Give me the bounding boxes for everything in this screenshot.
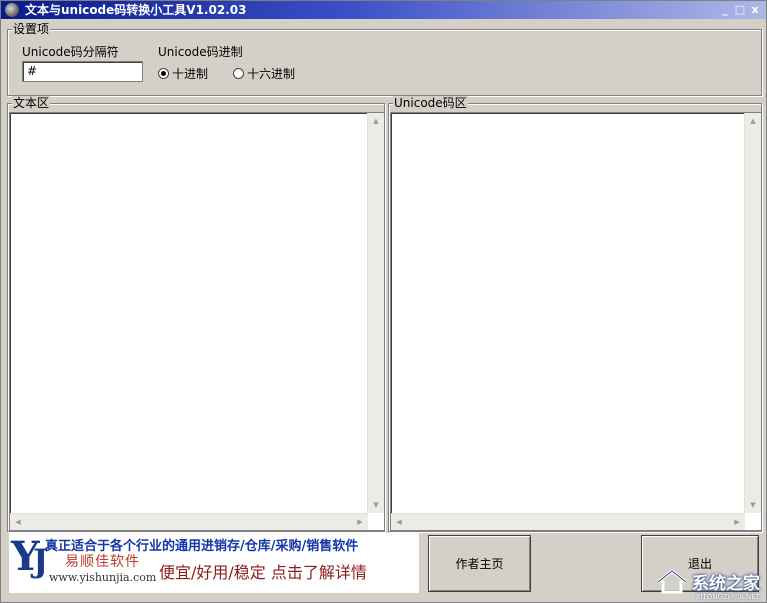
- base-label: Unicode码进制: [158, 45, 243, 59]
- separator-input[interactable]: #: [22, 61, 143, 82]
- ad-domain: www.yishunjia.com: [49, 571, 157, 584]
- watermark: 系统之家 XITONGZHIJIA.NET: [656, 566, 760, 601]
- unicode-area-group: Unicode码区 ▲ ▼ ◀ ▶: [388, 96, 762, 532]
- watermark-text: 系统之家: [692, 573, 760, 594]
- maximize-button[interactable]: □: [734, 4, 746, 16]
- window-title: 文本与unicode码转换小工具V1.02.03: [25, 3, 247, 17]
- author-homepage-button[interactable]: 作者主页: [428, 535, 531, 592]
- scroll-down-arrow-icon[interactable]: ▼: [368, 497, 384, 513]
- radio-decimal[interactable]: 十进制: [158, 65, 208, 82]
- separator-label: Unicode码分隔符: [22, 45, 119, 59]
- settings-legend: 设置项: [12, 22, 51, 36]
- scroll-down-arrow-icon[interactable]: ▼: [745, 497, 761, 513]
- scroll-left-arrow-icon[interactable]: ◀: [10, 514, 26, 530]
- house-icon: [656, 568, 688, 594]
- scroll-right-arrow-icon[interactable]: ▶: [352, 514, 368, 530]
- text-area-input[interactable]: ▲ ▼ ◀ ▶: [9, 112, 385, 531]
- ad-tagline[interactable]: 便宜/好用/稳定 点击了解详情: [159, 559, 367, 583]
- scroll-up-arrow-icon[interactable]: ▲: [745, 113, 761, 129]
- minimize-button[interactable]: _: [719, 4, 731, 16]
- text-area-legend: 文本区: [12, 96, 51, 110]
- radio-hex[interactable]: 十六进制: [233, 65, 295, 82]
- watermark-subtext: XITONGZHIJIA.NET: [695, 592, 760, 601]
- app-icon[interactable]: [5, 3, 19, 17]
- unicode-area-hscroll[interactable]: ◀ ▶: [391, 513, 745, 530]
- unicode-area-vscroll[interactable]: ▲ ▼: [744, 113, 761, 513]
- scroll-up-arrow-icon[interactable]: ▲: [368, 113, 384, 129]
- text-area-hscroll[interactable]: ◀ ▶: [10, 513, 368, 530]
- scroll-left-arrow-icon[interactable]: ◀: [391, 514, 407, 530]
- radio-hex-label: 十六进制: [247, 67, 296, 81]
- unicode-area-input[interactable]: ▲ ▼ ◀ ▶: [390, 112, 762, 531]
- close-button[interactable]: x: [749, 4, 761, 16]
- radio-decimal-label: 十进制: [172, 67, 209, 81]
- ad-brand: 易顺佳软件: [65, 554, 140, 570]
- text-area-vscroll[interactable]: ▲ ▼: [367, 113, 384, 513]
- scroll-right-arrow-icon[interactable]: ▶: [729, 514, 745, 530]
- app-window: 文本与unicode码转换小工具V1.02.03 _ □ x 设置项 Unico…: [0, 0, 767, 603]
- ad-banner[interactable]: Y J 真正适合于各个行业的通用进销存/仓库/采购/销售软件 易顺佳软件 www…: [9, 533, 419, 593]
- settings-group: 设置项 Unicode码分隔符 # Unicode码进制 十进制 十六进制: [7, 22, 762, 96]
- title-bar[interactable]: 文本与unicode码转换小工具V1.02.03 _ □ x: [1, 1, 766, 19]
- radio-decimal-dot[interactable]: [158, 68, 169, 79]
- radio-hex-dot[interactable]: [233, 68, 244, 79]
- unicode-area-legend: Unicode码区: [393, 96, 468, 110]
- text-area-group: 文本区 ▲ ▼ ◀ ▶: [7, 96, 385, 532]
